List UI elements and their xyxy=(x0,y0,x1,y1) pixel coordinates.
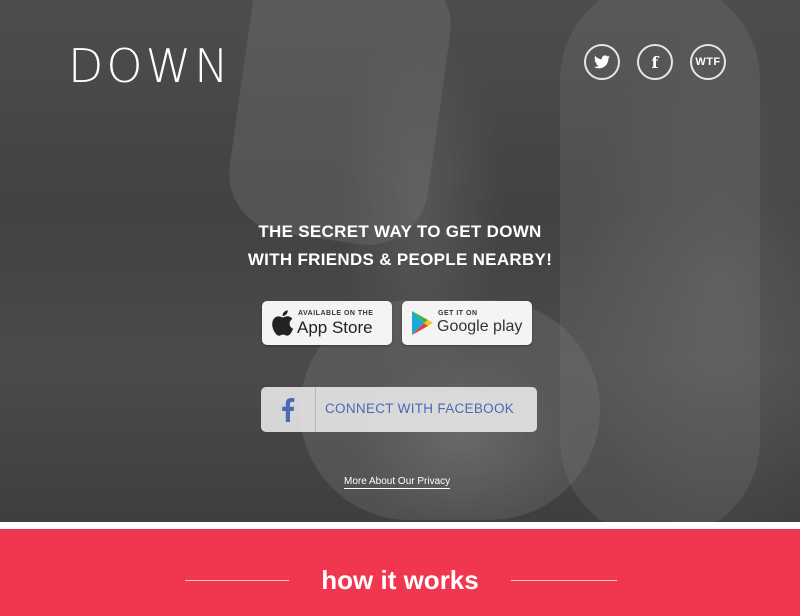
section-divider xyxy=(0,522,800,529)
google-play-small-text: GET IT ON xyxy=(438,310,478,317)
connect-facebook-label: CONNECT WITH FACEBOOK xyxy=(325,401,515,416)
app-store-button[interactable]: AVAILABLE ON THE App Store xyxy=(262,301,392,345)
tagline-line-1: THE SECRET WAY TO GET DOWN xyxy=(258,222,542,241)
app-store-big-text: App Store xyxy=(297,318,373,337)
facebook-icon-box xyxy=(261,387,316,432)
logo[interactable]: DOWN xyxy=(68,40,232,92)
tagline-line-2: WITH FRIENDS & PEOPLE NEARBY! xyxy=(247,250,553,269)
wtf-label: WTF xyxy=(695,56,721,68)
facebook-button[interactable]: f xyxy=(637,44,673,80)
google-play-big-text: Google play xyxy=(437,318,523,335)
connect-facebook-button[interactable]: CONNECT WITH FACEBOOK xyxy=(261,387,537,432)
app-store-small-text: AVAILABLE ON THE xyxy=(298,310,374,317)
google-play-icon xyxy=(412,311,433,335)
how-it-works-line-right xyxy=(511,580,617,581)
tagline: THE SECRET WAY TO GET DOWN WITH FRIENDS … xyxy=(0,218,800,274)
apple-icon xyxy=(272,310,294,336)
how-it-works-title: how it works xyxy=(321,565,479,595)
google-play-button[interactable]: GET IT ON Google play xyxy=(402,301,532,345)
facebook-icon xyxy=(282,397,295,422)
hero-section: DOWN f WTF THE SECRET WAY TO GET DOWN WI… xyxy=(0,0,800,522)
twitter-button[interactable] xyxy=(584,44,620,80)
twitter-bird-icon xyxy=(594,55,610,69)
privacy-link[interactable]: More About Our Privacy xyxy=(344,476,451,489)
how-it-works-section: how it works xyxy=(0,529,800,616)
wtf-button[interactable]: WTF xyxy=(690,44,726,80)
facebook-icon: f xyxy=(651,52,659,72)
